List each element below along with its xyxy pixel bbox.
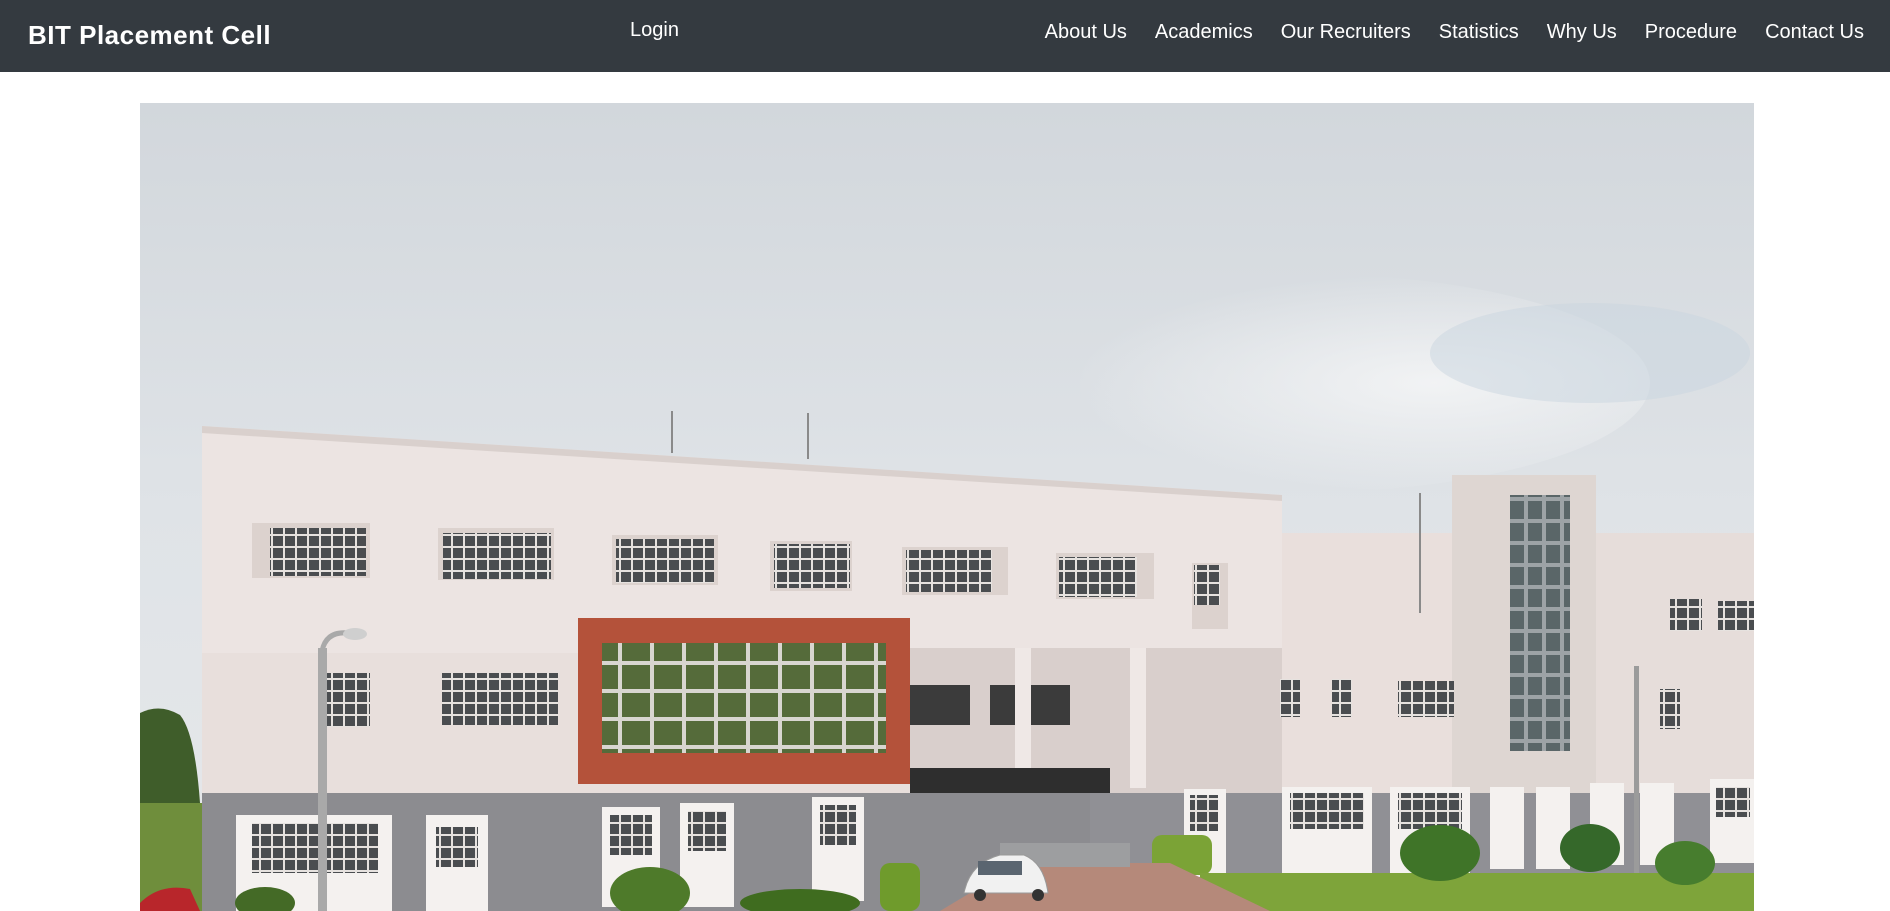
hero-image <box>140 103 1754 911</box>
glass-window-wall <box>602 643 886 753</box>
brand-logo-text[interactable]: BIT Placement Cell <box>28 20 271 51</box>
nav-link-academics[interactable]: Academics <box>1155 21 1253 44</box>
nav-link-about-us[interactable]: About Us <box>1045 21 1127 44</box>
login-link[interactable]: Login <box>630 19 679 42</box>
nav-link-why-us[interactable]: Why Us <box>1547 21 1617 44</box>
building-far-right <box>1596 533 1754 793</box>
nav-links: About Us Academics Our Recruiters Statis… <box>1045 21 1864 44</box>
tower-glass <box>1510 495 1570 751</box>
blue-sky-patch <box>1430 303 1750 403</box>
nav-link-contact-us[interactable]: Contact Us <box>1765 21 1864 44</box>
nav-link-our-recruiters[interactable]: Our Recruiters <box>1281 21 1411 44</box>
top-navbar: BIT Placement Cell Login About Us Academ… <box>0 0 1890 72</box>
nav-link-statistics[interactable]: Statistics <box>1439 21 1519 44</box>
nav-link-procedure[interactable]: Procedure <box>1645 21 1737 44</box>
campus-building-photo <box>140 103 1754 911</box>
building-right-wing <box>1282 533 1462 793</box>
